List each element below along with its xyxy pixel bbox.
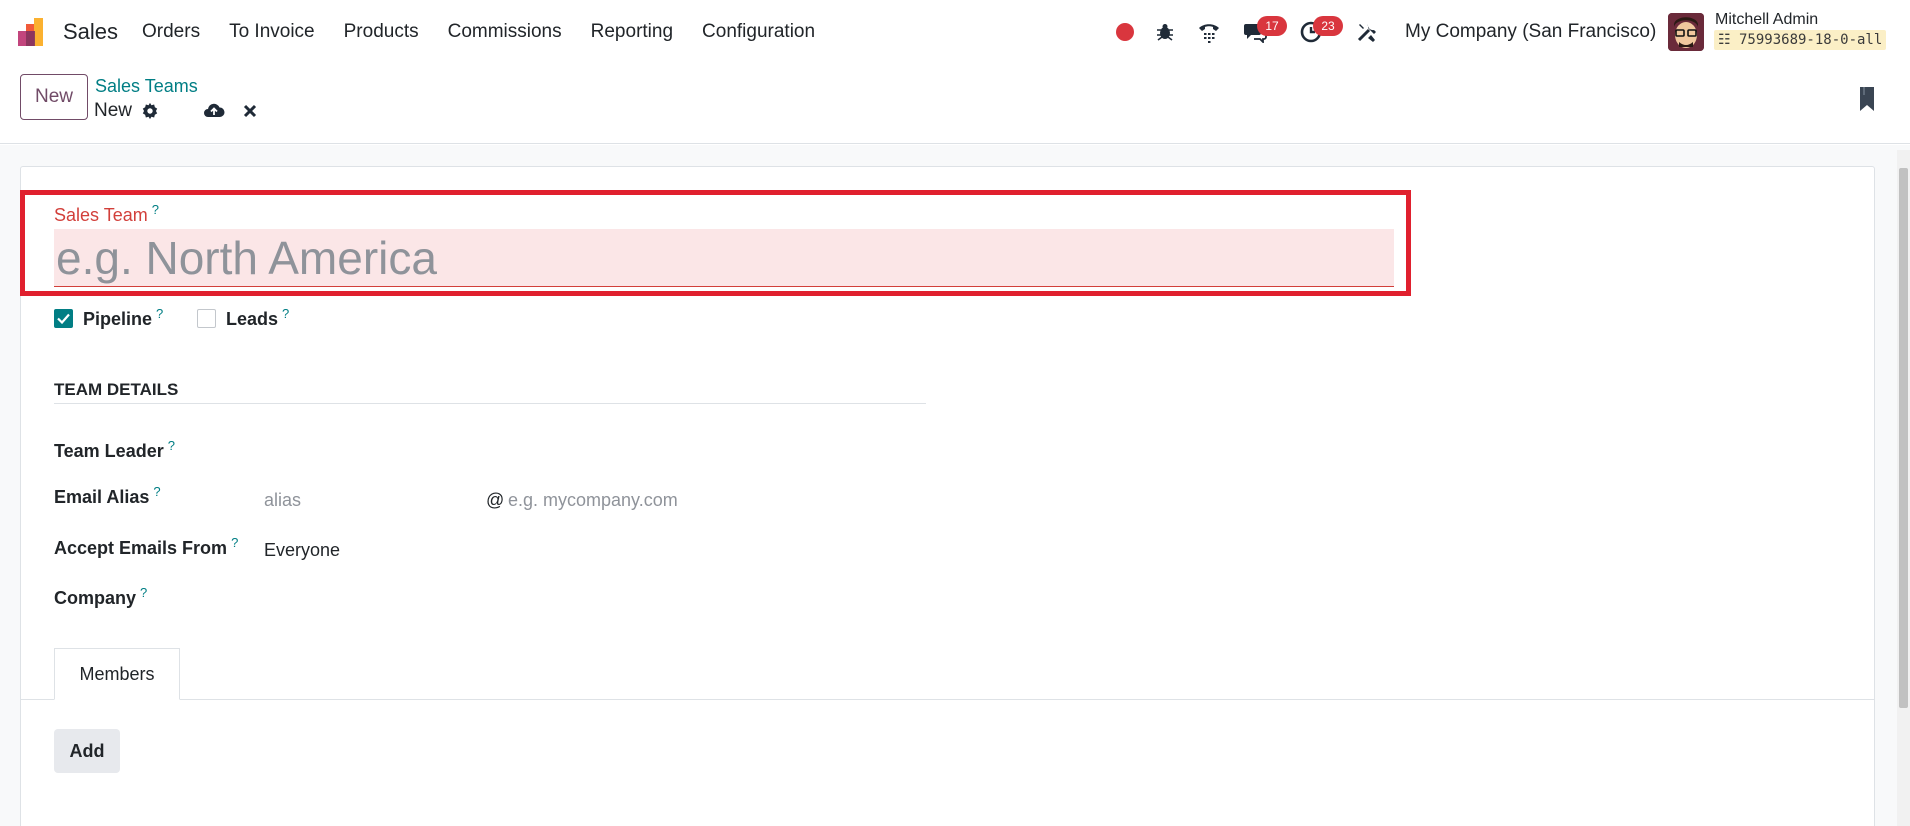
phone-icon[interactable] [1194, 17, 1224, 47]
company-label-text: Company [54, 588, 137, 608]
alias-domain-input[interactable]: e.g. mycompany.com [508, 490, 678, 511]
messages-icon[interactable]: 17 [1240, 16, 1287, 47]
help-tooltip-icon[interactable]: ? [156, 306, 163, 321]
help-tooltip-icon[interactable]: ? [152, 202, 159, 217]
alias-at-sign: @ [486, 490, 505, 510]
accept-emails-select[interactable]: Everyone [264, 540, 340, 561]
team-leader-label-text: Team Leader [54, 441, 164, 461]
section-divider [54, 403, 926, 404]
company-label: Company? [54, 585, 147, 609]
email-alias-label-text: Email Alias [54, 487, 150, 507]
activities-count-badge: 23 [1313, 16, 1343, 36]
messages-count-badge: 17 [1257, 16, 1287, 36]
record-name: New [94, 100, 133, 121]
new-button[interactable]: New [20, 74, 88, 120]
breadcrumb-sales-teams[interactable]: Sales Teams [95, 76, 198, 97]
bug-icon[interactable] [1150, 17, 1180, 47]
leads-checkbox[interactable] [197, 309, 216, 328]
menu-products[interactable]: Products [344, 21, 419, 43]
app-name[interactable]: Sales [63, 19, 118, 45]
database-badge: ☷ 75993689-18-0-all [1714, 30, 1887, 50]
tools-icon[interactable] [1352, 17, 1382, 47]
database-icon: ☷ [1718, 32, 1731, 48]
save-cloud-icon[interactable] [203, 99, 225, 121]
help-tooltip-icon[interactable]: ? [153, 484, 160, 499]
bookmark-icon[interactable] [1858, 86, 1876, 112]
accept-emails-label: Accept Emails From? [54, 535, 238, 559]
pipeline-label-text: Pipeline [83, 309, 153, 329]
pipeline-label[interactable]: Pipeline? [83, 306, 163, 330]
sales-team-label-text: Sales Team [54, 205, 148, 225]
user-name[interactable]: Mitchell Admin [1715, 11, 1818, 29]
control-panel: New Sales Teams New [0, 64, 1910, 144]
leads-label[interactable]: Leads? [226, 306, 289, 330]
company-switcher[interactable]: My Company (San Francisco) [1405, 21, 1656, 43]
discard-close-icon[interactable] [239, 100, 261, 122]
menu-commissions[interactable]: Commissions [448, 21, 562, 43]
add-member-button[interactable]: Add [54, 729, 120, 773]
pipeline-checkbox[interactable] [54, 309, 73, 328]
sales-app-logo-icon[interactable] [17, 16, 49, 48]
team-details-section-title: TEAM DETAILS [54, 380, 179, 399]
notebook-tab-divider [21, 699, 1874, 700]
gear-icon[interactable] [139, 100, 161, 122]
leads-label-text: Leads [226, 309, 279, 329]
sales-team-label: Sales Team? [54, 202, 159, 226]
accept-emails-label-text: Accept Emails From [54, 538, 228, 558]
help-tooltip-icon[interactable]: ? [231, 535, 238, 550]
help-tooltip-icon[interactable]: ? [168, 438, 175, 453]
scrollbar-thumb[interactable] [1899, 168, 1908, 708]
help-tooltip-icon[interactable]: ? [140, 585, 147, 600]
tab-members[interactable]: Members [54, 648, 180, 700]
email-alias-label: Email Alias? [54, 484, 161, 508]
avatar[interactable] [1668, 13, 1704, 51]
check-icon [57, 313, 70, 324]
menu-orders[interactable]: Orders [142, 21, 200, 43]
activities-clock-icon[interactable]: 23 [1296, 16, 1343, 47]
main-menu: Orders To Invoice Products Commissions R… [142, 21, 844, 43]
sales-team-name-input[interactable] [54, 229, 1394, 287]
help-tooltip-icon[interactable]: ? [282, 306, 289, 321]
menu-to-invoice[interactable]: To Invoice [229, 21, 315, 43]
database-name: 75993689-18-0-all [1739, 32, 1883, 48]
menu-reporting[interactable]: Reporting [591, 21, 673, 43]
alias-name-input[interactable]: alias [264, 490, 301, 511]
top-navbar: Sales Orders To Invoice Products Commiss… [0, 0, 1910, 64]
team-leader-label: Team Leader? [54, 438, 175, 462]
menu-configuration[interactable]: Configuration [702, 21, 815, 43]
systray: 17 23 [1110, 14, 1392, 50]
recording-icon[interactable] [1110, 17, 1140, 47]
